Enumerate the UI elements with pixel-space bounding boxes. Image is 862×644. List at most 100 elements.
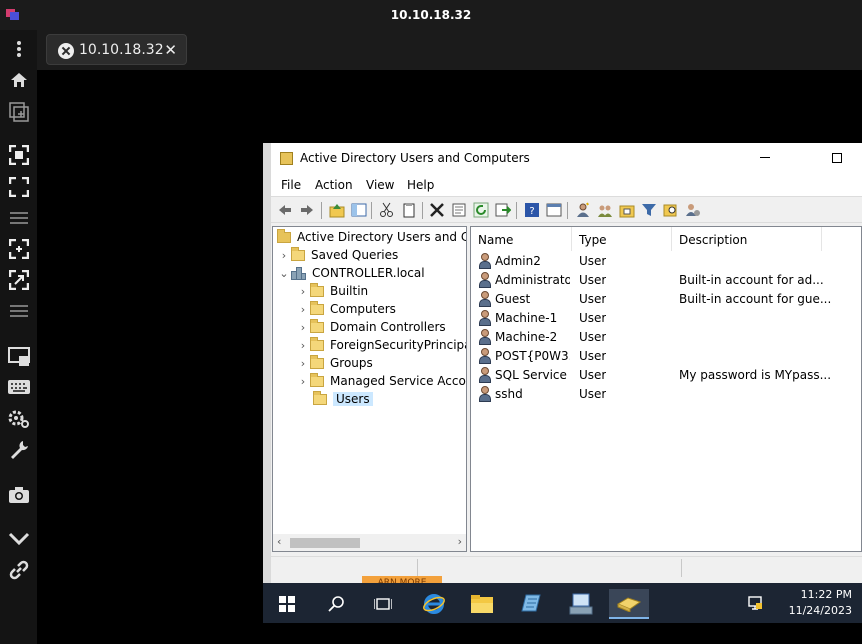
expand-icon[interactable] <box>0 267 37 293</box>
menu-file[interactable]: File <box>281 178 301 192</box>
wrench-icon[interactable] <box>0 436 37 462</box>
filter-icon[interactable] <box>641 202 657 218</box>
tree-item-foreign-security-principals[interactable]: › ForeignSecurityPrincipals <box>296 336 466 354</box>
status-divider <box>681 559 682 577</box>
tree-root[interactable]: Active Directory Users and Com <box>277 228 466 246</box>
network-computer-icon[interactable] <box>561 589 601 619</box>
tree-item-saved-queries[interactable]: › Saved Queries <box>277 246 398 264</box>
scroll-right-icon[interactable]: › <box>458 535 462 548</box>
windows-start-icon[interactable] <box>267 589 307 619</box>
tree-item-label: Users <box>333 392 373 406</box>
column-header-type[interactable]: Type <box>572 227 672 251</box>
task-view-icon[interactable] <box>363 589 403 619</box>
shrink-icon[interactable] <box>0 236 37 262</box>
chevron-right-icon[interactable]: › <box>296 375 310 388</box>
up-folder-icon[interactable] <box>329 202 345 218</box>
user-name: sshd <box>495 387 523 401</box>
show-hide-tree-icon[interactable] <box>351 202 367 218</box>
help-icon[interactable]: ? <box>524 202 540 218</box>
user-icon <box>478 310 492 326</box>
console-icon[interactable] <box>546 202 562 218</box>
column-header-description[interactable]: Description <box>672 227 822 251</box>
close-icon[interactable]: ✕ <box>164 41 177 59</box>
file-explorer-icon[interactable] <box>462 589 502 619</box>
menu-action[interactable]: Action <box>315 178 353 192</box>
menu-help[interactable]: Help <box>407 178 434 192</box>
chevron-down-icon[interactable] <box>0 526 37 552</box>
tab-remote-session[interactable]: 10.10.18.32 ✕ <box>46 34 187 65</box>
toolbar-separator <box>371 202 372 219</box>
list-pane: Name Type Description Admin2 User Admini… <box>470 226 862 552</box>
find-icon[interactable] <box>663 202 679 218</box>
maximize-button[interactable] <box>832 153 842 163</box>
refresh-icon[interactable] <box>473 202 489 218</box>
tree-horizontal-scrollbar[interactable]: ‹ › <box>273 534 466 551</box>
display-icon[interactable] <box>0 344 37 370</box>
toolbar-separator <box>422 202 423 219</box>
user-type: User <box>579 387 607 401</box>
new-user-icon[interactable] <box>575 202 591 218</box>
camera-icon[interactable] <box>0 482 37 508</box>
tree-item-builtin[interactable]: › Builtin <box>296 282 368 300</box>
new-window-icon[interactable] <box>0 99 37 125</box>
delete-icon[interactable] <box>429 202 445 218</box>
user-icon <box>478 272 492 288</box>
tab-label: 10.10.18.32 <box>79 42 164 58</box>
tree-item-groups[interactable]: › Groups <box>296 354 373 372</box>
new-ou-icon[interactable] <box>619 202 635 218</box>
scroll-left-icon[interactable]: ‹ <box>277 535 281 548</box>
cut-icon[interactable] <box>379 202 395 218</box>
properties-icon[interactable] <box>451 202 467 218</box>
chevron-right-icon[interactable]: › <box>277 249 291 262</box>
tray-clock[interactable]: 11:22 PM 11/24/2023 <box>789 587 852 619</box>
back-arrow-icon[interactable] <box>277 202 293 218</box>
column-header-name[interactable]: Name <box>471 227 572 251</box>
new-group-icon[interactable] <box>597 202 613 218</box>
chevron-right-icon[interactable]: › <box>296 285 310 298</box>
list-item[interactable]: POST{P0W3... User <box>471 347 861 366</box>
add-to-group-icon[interactable] <box>685 202 701 218</box>
user-icon <box>478 367 492 383</box>
copy-icon[interactable] <box>401 202 417 218</box>
home-icon[interactable] <box>0 67 37 93</box>
tree-item-users[interactable]: Users <box>310 390 373 408</box>
network-tray-icon[interactable] <box>747 595 763 610</box>
user-type: User <box>579 273 607 287</box>
fit-window-icon[interactable] <box>0 142 37 168</box>
keyboard-icon[interactable] <box>0 374 37 400</box>
list-item[interactable]: sshd User <box>471 385 861 404</box>
settings-icon[interactable] <box>0 406 37 432</box>
forward-arrow-icon[interactable] <box>299 202 315 218</box>
list-item[interactable]: Administrator User Built-in account for … <box>471 271 861 290</box>
chevron-right-icon[interactable]: › <box>296 357 310 370</box>
window-titlebar[interactable]: Active Directory Users and Computers <box>271 143 862 174</box>
chevron-right-icon[interactable]: › <box>296 339 310 352</box>
export-list-icon[interactable] <box>495 202 511 218</box>
tree-item-domain[interactable]: ⌄ CONTROLLER.local <box>277 264 424 282</box>
tree-item-label: Groups <box>330 356 373 370</box>
more-vertical-icon[interactable] <box>0 36 37 62</box>
search-icon[interactable] <box>316 589 356 619</box>
user-icon <box>478 329 492 345</box>
list-item[interactable]: SQL Service User My password is MYpass..… <box>471 366 861 385</box>
user-type: User <box>579 254 607 268</box>
list-item[interactable]: Machine-1 User <box>471 309 861 328</box>
tree-item-domain-controllers[interactable]: › Domain Controllers <box>296 318 446 336</box>
client-sidebar <box>0 30 37 644</box>
fullscreen-icon[interactable] <box>0 174 37 200</box>
link-icon[interactable] <box>0 557 37 583</box>
chevron-right-icon[interactable]: › <box>296 321 310 334</box>
internet-explorer-icon[interactable] <box>414 589 454 619</box>
minimize-button[interactable] <box>760 157 770 158</box>
aduc-taskbar-icon[interactable] <box>609 589 649 619</box>
server-manager-icon[interactable] <box>511 589 551 619</box>
scroll-thumb[interactable] <box>290 538 360 548</box>
chevron-down-icon[interactable]: ⌄ <box>277 267 291 280</box>
tree-item-managed-service-accounts[interactable]: › Managed Service Accoun <box>296 372 466 390</box>
list-item[interactable]: Guest User Built-in account for gue... <box>471 290 861 309</box>
menu-view[interactable]: View <box>366 178 394 192</box>
chevron-right-icon[interactable]: › <box>296 303 310 316</box>
tree-item-computers[interactable]: › Computers <box>296 300 396 318</box>
list-item[interactable]: Admin2 User <box>471 252 861 271</box>
list-item[interactable]: Machine-2 User <box>471 328 861 347</box>
